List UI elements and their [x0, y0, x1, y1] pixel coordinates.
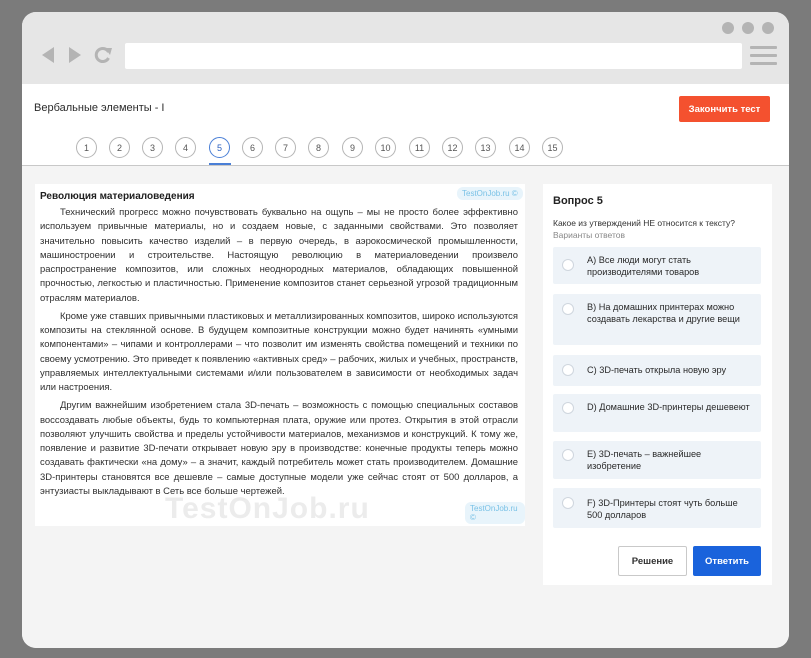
- question-number-11[interactable]: 11: [409, 137, 430, 158]
- test-header: Вербальные элементы - I Закончить тест: [22, 84, 789, 128]
- window-dot-icon[interactable]: [742, 22, 754, 34]
- question-number-12[interactable]: 12: [442, 137, 463, 158]
- answer-option-a[interactable]: A) Все люди могут стать производителями …: [553, 247, 761, 284]
- question-number-15[interactable]: 15: [542, 137, 563, 158]
- article-paragraph: Технический прогресс можно почувствовать…: [40, 207, 518, 304]
- article-title: Революция материаловедения: [40, 191, 195, 202]
- menu-icon[interactable]: [750, 46, 777, 66]
- question-navigation: 1 2 3 4 5 6 7 8 9 10 11 12 13 14 15: [22, 128, 789, 166]
- option-label: D) Домашние 3D-принтеры дешевеют: [587, 402, 750, 412]
- question-number-13[interactable]: 13: [475, 137, 496, 158]
- article-panel: TestOnJob.ru Революция материаловедения …: [35, 184, 525, 526]
- radio-icon[interactable]: [562, 303, 574, 315]
- question-number-10[interactable]: 10: [375, 137, 396, 158]
- watermark-badge: TestOnJob.ru ©: [457, 187, 523, 200]
- radio-icon[interactable]: [562, 364, 574, 376]
- option-label: C) 3D-печать открыла новую эру: [587, 365, 727, 375]
- article-paragraph: Кроме уже ставших привычными пластиковых…: [40, 310, 518, 393]
- answer-option-b[interactable]: B) На домашних принтерах можно создавать…: [553, 294, 761, 345]
- question-number-6[interactable]: 6: [242, 137, 263, 158]
- page-content: Вербальные элементы - I Закончить тест 1…: [22, 84, 789, 648]
- question-number-5[interactable]: 5: [209, 137, 230, 158]
- reload-icon[interactable]: [93, 44, 113, 66]
- question-title: Вопрос 5: [553, 195, 603, 207]
- finish-test-button[interactable]: Закончить тест: [679, 96, 770, 122]
- forward-arrow-icon[interactable]: [66, 44, 86, 66]
- browser-window: Вербальные элементы - I Закончить тест 1…: [22, 12, 789, 648]
- test-title: Вербальные элементы - I: [34, 102, 165, 114]
- back-arrow-icon[interactable]: [39, 44, 59, 66]
- article-paragraph: Другим важнейшим изобретением стала 3D-п…: [40, 400, 518, 497]
- window-dot-icon[interactable]: [722, 22, 734, 34]
- option-label: A) Все люди могут стать производителями …: [587, 255, 700, 277]
- question-number-4[interactable]: 4: [175, 137, 196, 158]
- watermark-badge: TestOnJob.ru ©: [465, 502, 525, 524]
- article-body: Технический прогресс можно почувствовать…: [40, 206, 518, 503]
- question-number-3[interactable]: 3: [142, 137, 163, 158]
- answer-option-f[interactable]: F) 3D-Принтеры стоят чуть больше 500 дол…: [553, 488, 761, 528]
- question-text: Какое из утверждений НЕ относится к текс…: [553, 218, 735, 228]
- answer-options-caption: Варианты ответов: [553, 230, 625, 240]
- radio-icon[interactable]: [562, 259, 574, 271]
- solution-button[interactable]: Решение: [618, 546, 687, 576]
- question-number-2[interactable]: 2: [109, 137, 130, 158]
- radio-icon[interactable]: [562, 449, 574, 461]
- radio-icon[interactable]: [562, 497, 574, 509]
- address-bar[interactable]: [125, 43, 742, 69]
- option-label: B) На домашних принтерах можно создавать…: [587, 302, 740, 324]
- question-number-1[interactable]: 1: [76, 137, 97, 158]
- answer-button[interactable]: Ответить: [693, 546, 761, 576]
- option-label: F) 3D-Принтеры стоят чуть больше 500 дол…: [587, 498, 738, 520]
- question-number-14[interactable]: 14: [509, 137, 530, 158]
- question-number-9[interactable]: 9: [342, 137, 363, 158]
- answer-option-e[interactable]: E) 3D-печать – важнейшее изобретение: [553, 441, 761, 479]
- browser-toolbar: [22, 12, 789, 84]
- radio-icon[interactable]: [562, 402, 574, 414]
- question-number-8[interactable]: 8: [308, 137, 329, 158]
- question-number-7[interactable]: 7: [275, 137, 296, 158]
- option-label: E) 3D-печать – важнейшее изобретение: [587, 449, 702, 471]
- active-question-indicator: [209, 163, 231, 165]
- question-panel: Вопрос 5 Какое из утверждений НЕ относит…: [543, 184, 772, 585]
- answer-option-d[interactable]: D) Домашние 3D-принтеры дешевеют: [553, 394, 761, 432]
- answer-option-c[interactable]: C) 3D-печать открыла новую эру: [553, 355, 761, 386]
- window-dot-icon[interactable]: [762, 22, 774, 34]
